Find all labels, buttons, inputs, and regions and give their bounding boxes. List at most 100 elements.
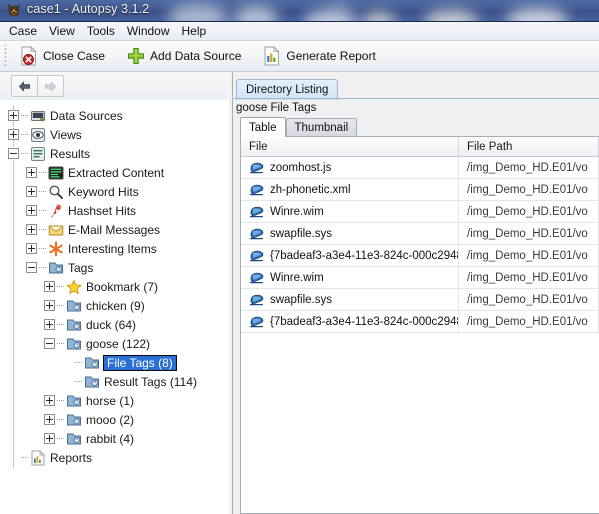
table-row[interactable]: swapfile.sys/img_Demo_HD.E01/vo <box>241 223 599 245</box>
title-bar: case1 - Autopsy 3.1.2 <box>0 0 599 21</box>
tree-item-horse-1[interactable]: horse (1) <box>0 391 228 410</box>
table-header-row: File File Path <box>241 137 599 157</box>
cell-file: zoomhost.js <box>241 157 460 178</box>
tree-expand-icon[interactable] <box>44 319 55 330</box>
menu-view[interactable]: View <box>43 23 81 40</box>
file-icon <box>249 292 265 308</box>
tree-item-label: Bookmark (7) <box>86 279 159 294</box>
tree-item-views[interactable]: Views <box>0 125 228 144</box>
tree-item-label: Tags <box>68 260 94 275</box>
table-row[interactable]: {7badeaf3-a3e4-11e3-824c-000c29484c74}{/… <box>241 311 599 333</box>
tree-collapse-icon[interactable] <box>26 262 37 273</box>
tree-connector <box>21 457 28 458</box>
desktop-blur-decoration <box>424 10 478 21</box>
tree-item-label: Data Sources <box>50 108 123 123</box>
menu-tools[interactable]: Tools <box>81 23 121 40</box>
tree-item-file-tags-8[interactable]: File Tags (8) <box>0 353 228 372</box>
tree-item-label: horse (1) <box>86 393 135 408</box>
table-row[interactable]: Winre.wim/img_Demo_HD.E01/vo <box>241 201 599 223</box>
tree-expand-icon[interactable] <box>8 110 19 121</box>
tree-expand-icon[interactable] <box>26 224 37 235</box>
file-icon <box>249 226 265 242</box>
column-header-file[interactable]: File <box>241 137 460 156</box>
tree-expand-icon[interactable] <box>44 433 55 444</box>
tree-item-e-mail-messages[interactable]: E-Mail Messages <box>0 220 228 239</box>
tag-icon <box>66 298 82 314</box>
keyword-hits-icon <box>48 184 64 200</box>
menu-help[interactable]: Help <box>176 23 213 40</box>
tree-item-mooo-2[interactable]: mooo (2) <box>0 410 228 429</box>
cell-file: Winre.wim <box>241 201 460 222</box>
tag-icon <box>66 412 82 428</box>
tree-item-duck-64[interactable]: duck (64) <box>0 315 228 334</box>
menu-window[interactable]: Window <box>121 23 176 40</box>
cell-file-path: /img_Demo_HD.E01/vo <box>459 157 599 178</box>
hashset-hits-icon <box>48 203 64 219</box>
file-icon <box>249 270 265 286</box>
table-row[interactable]: zh-phonetic.xml/img_Demo_HD.E01/vo <box>241 179 599 201</box>
tree-item-label: Reports <box>50 450 93 465</box>
tree-item-hashset-hits[interactable]: Hashset Hits <box>0 201 228 220</box>
views-icon <box>30 127 46 143</box>
tree-expand-icon[interactable] <box>26 186 37 197</box>
generate-report-label: Generate Report <box>286 49 376 63</box>
tab-table[interactable]: Table <box>240 117 286 137</box>
tree-navigation-bar <box>0 72 228 100</box>
generate-report-button[interactable]: Generate Report <box>255 43 383 70</box>
tree-expand-icon[interactable] <box>26 243 37 254</box>
tree-item-bookmark-7[interactable]: Bookmark (7) <box>0 277 228 296</box>
table-row[interactable]: Winre.wim/img_Demo_HD.E01/vo <box>241 267 599 289</box>
tree-expand-icon[interactable] <box>8 129 19 140</box>
tree-item-rabbit-4[interactable]: rabbit (4) <box>0 429 228 448</box>
tree-expand-icon[interactable] <box>44 281 55 292</box>
tree-collapse-icon[interactable] <box>44 338 55 349</box>
tree-expand-icon[interactable] <box>44 300 55 311</box>
menu-case[interactable]: Case <box>3 23 43 40</box>
tree-connector <box>57 324 64 325</box>
tree-item-extracted-content[interactable]: Extracted Content <box>0 163 228 182</box>
cell-file: swapfile.sys <box>241 289 460 310</box>
tree-connector <box>57 419 64 420</box>
tree-item-goose-122[interactable]: goose (122) <box>0 334 228 353</box>
tree-expand-icon[interactable] <box>44 395 55 406</box>
tree-expand-icon[interactable] <box>26 167 37 178</box>
tree-item-label: goose (122) <box>86 336 151 351</box>
tree-item-tags[interactable]: Tags <box>0 258 228 277</box>
tree-item-label: mooo (2) <box>86 412 135 427</box>
cell-file: {7badeaf3-a3e4-11e3-824c-000c29484c74}{ <box>241 245 460 266</box>
table-row[interactable]: swapfile.sys/img_Demo_HD.E01/vo <box>241 289 599 311</box>
tree-expand-icon[interactable] <box>44 414 55 425</box>
tree-collapse-icon[interactable] <box>8 148 19 159</box>
back-arrow-icon <box>18 81 31 92</box>
tree-connector <box>39 210 46 211</box>
tab-thumbnail[interactable]: Thumbnail <box>285 118 358 137</box>
listing-subtitle: goose File Tags <box>236 102 317 114</box>
file-name: zoomhost.js <box>270 161 332 174</box>
tree-item-reports[interactable]: Reports <box>0 448 228 467</box>
tree-item-label: Results <box>50 146 91 161</box>
tree-item-chicken-9[interactable]: chicken (9) <box>0 296 228 315</box>
column-header-file-path[interactable]: File Path <box>459 137 599 156</box>
toolbar-drag-handle[interactable] <box>3 45 10 67</box>
add-data-source-button[interactable]: Add Data Source <box>119 43 249 70</box>
forward-button[interactable] <box>37 75 64 97</box>
table-row[interactable]: {7badeaf3-a3e4-11e3-824c-000c29484c74}{/… <box>241 245 599 267</box>
tree-connector <box>39 191 46 192</box>
tree-expand-icon[interactable] <box>26 205 37 216</box>
tree-item-keyword-hits[interactable]: Keyword Hits <box>0 182 228 201</box>
cell-file: swapfile.sys <box>241 223 460 244</box>
cell-file-path: /img_Demo_HD.E01/vo <box>459 289 599 310</box>
tree-item-result-tags-114[interactable]: Result Tags (114) <box>0 372 228 391</box>
tab-directory-listing[interactable]: Directory Listing <box>236 79 339 100</box>
cell-file-path: /img_Demo_HD.E01/vo <box>459 267 599 288</box>
close-case-button[interactable]: Close Case <box>12 43 113 70</box>
table-row[interactable]: zoomhost.js/img_Demo_HD.E01/vo <box>241 157 599 179</box>
panel-splitter[interactable] <box>228 72 233 514</box>
case-tree[interactable]: Data Sources Views Results Extracted Conten… <box>0 106 228 514</box>
tree-item-data-sources[interactable]: Data Sources <box>0 106 228 125</box>
desktop-blur-decoration <box>234 6 278 21</box>
tree-item-results[interactable]: Results <box>0 144 228 163</box>
back-button[interactable] <box>11 75 37 97</box>
tag-icon <box>84 374 100 390</box>
tree-item-interesting-items[interactable]: Interesting Items <box>0 239 228 258</box>
